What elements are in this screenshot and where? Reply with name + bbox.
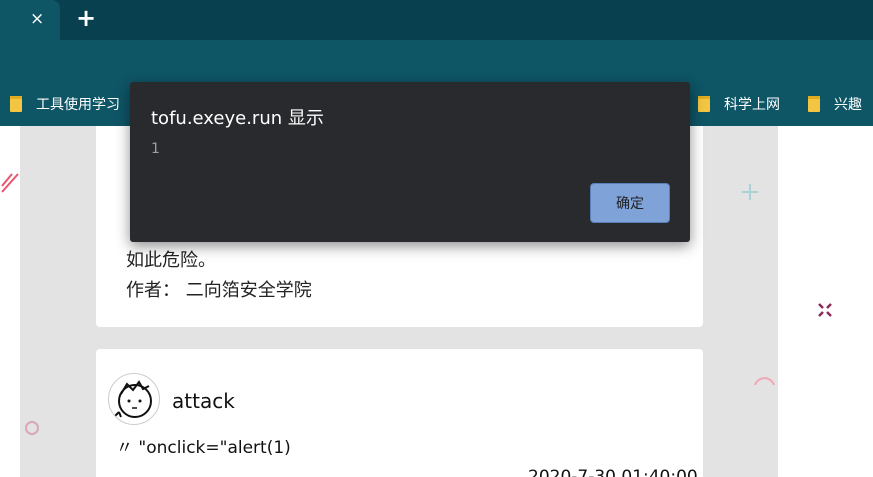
bookmark-folder-proxy[interactable]: 科学上网: [698, 94, 780, 114]
comment-card: attack 〃 "onclick="alert(1) 2020-7-30 01…: [96, 349, 703, 477]
bookmark-label: 工具使用学习: [36, 97, 120, 113]
comment-text: 〃 "onclick="alert(1): [116, 438, 291, 458]
arc-decoration-icon: [754, 377, 775, 386]
post-line: 如此危险。: [126, 250, 216, 271]
post-author: 作者： 二向箔安全学院: [126, 280, 312, 301]
dialog-message: 1: [151, 141, 160, 157]
avatar-face-icon: [114, 380, 152, 418]
address-toolbar: [0, 40, 873, 82]
folder-icon: [808, 96, 820, 112]
comment-timestamp: 2020-7-30 01:40:00: [528, 467, 698, 477]
folder-icon: [698, 96, 710, 112]
cross-decoration-icon: [818, 303, 832, 317]
slash-decoration-icon: [1, 173, 19, 193]
plus-decoration-icon: [742, 184, 758, 200]
bookmark-folder-tools[interactable]: 工具使用学习: [10, 94, 120, 114]
bookmark-label: 科学上网: [724, 97, 780, 113]
alert-dialog: tofu.exeye.run 显示 1 确定: [130, 82, 690, 242]
bookmark-label: 兴趣: [834, 97, 862, 113]
folder-icon: [10, 96, 22, 112]
bookmark-folder-interests[interactable]: 兴趣: [808, 94, 862, 114]
comment-username[interactable]: attack: [172, 389, 235, 413]
close-tab-icon[interactable]: ×: [30, 9, 44, 29]
tab-strip: × +: [0, 0, 873, 40]
active-tab[interactable]: ×: [0, 0, 60, 40]
new-tab-icon[interactable]: +: [76, 5, 96, 31]
dialog-title: tofu.exeye.run 显示: [151, 108, 324, 129]
avatar[interactable]: [108, 373, 160, 425]
ok-button[interactable]: 确定: [590, 183, 670, 223]
circle-decoration-icon: [25, 421, 39, 435]
